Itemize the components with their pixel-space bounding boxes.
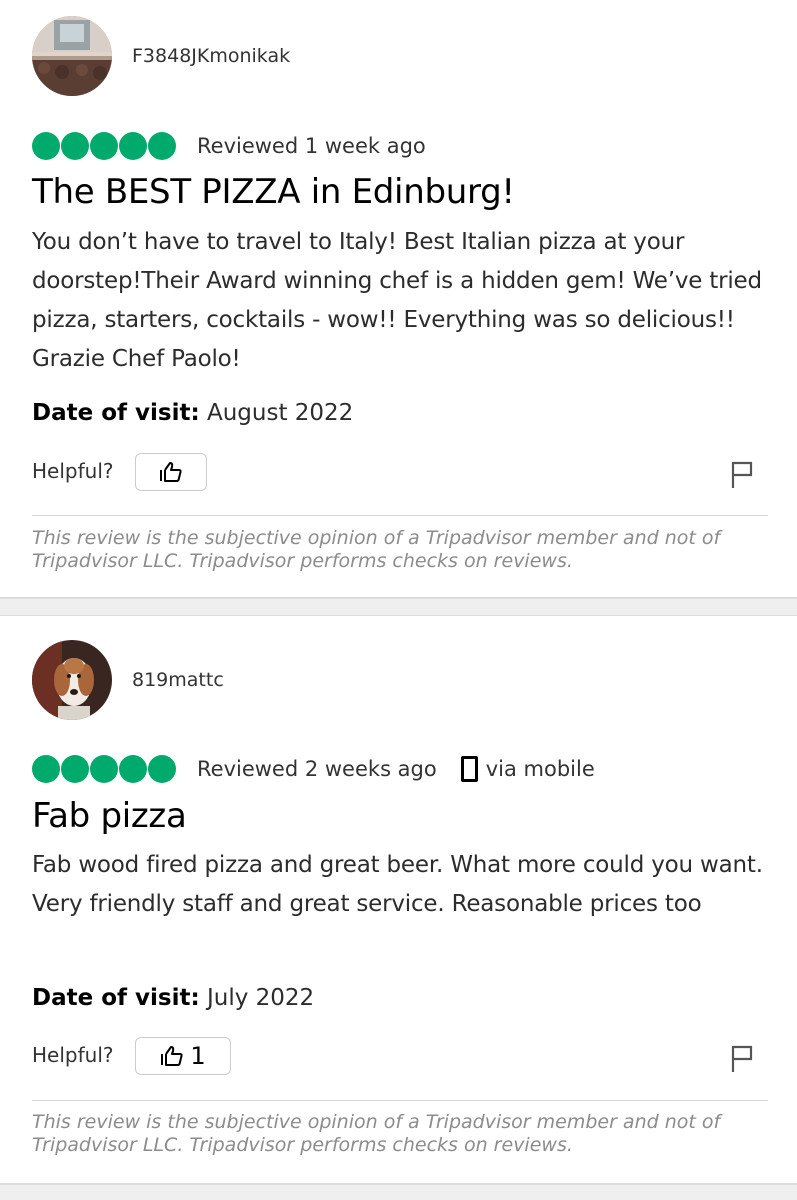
rating-bubble-icon [90,132,118,160]
rating-bubble-icon [61,755,89,783]
review-disclaimer: This review is the subjective opinion of… [32,1111,721,1156]
mobile-phone-icon [460,756,478,782]
review-disclaimer: This review is the subjective opinion of… [32,527,721,572]
username-link[interactable]: 819mattc [132,669,224,691]
rating-bubble-icon [32,755,60,783]
rating-bubble-icon [90,755,118,783]
visit-date: July 2022 [206,985,315,1011]
helpful-label: Helpful? [32,1043,114,1067]
helpful-button[interactable] [135,453,207,491]
review-card: 819mattc Reviewed 2 weeks ago via mobile… [0,616,797,1184]
date-of-visit: Date of visit: July 2022 [32,985,314,1011]
visit-date: August 2022 [206,400,354,426]
user-avatar[interactable] [32,16,112,96]
rating-bubble-icon [148,132,176,160]
review-text: Fab wood fired pizza and great beer. Wha… [32,852,763,917]
helpful-count: 1 [190,1042,206,1070]
thumbs-up-icon [160,462,182,482]
review-title[interactable]: Fab pizza [32,796,187,836]
rating-bubble-icon [119,755,147,783]
helpful-label: Helpful? [32,459,114,483]
visit-label: Date of visit: [32,400,200,426]
rating-row: Reviewed 1 week ago [32,131,426,161]
rating-row: Reviewed 2 weeks ago via mobile [32,754,595,784]
divider [32,515,768,516]
review-separator [0,597,797,617]
review-card: F3848JKmonikak Reviewed 1 week ago The B… [0,0,797,598]
report-flag-icon[interactable] [729,460,755,490]
username-link[interactable]: F3848JKmonikak [132,45,290,67]
rating-bubble-icon [61,132,89,160]
review-title[interactable]: The BEST PIZZA in Edinburg! [32,172,515,212]
review-separator [0,1183,797,1200]
helpful-button[interactable]: 1 [135,1037,231,1075]
report-flag-icon[interactable] [729,1044,755,1074]
via-mobile: via mobile [460,756,595,782]
rating-bubble-icon [32,132,60,160]
via-mobile-label: via mobile [485,757,595,781]
rating-bubble-icon [119,132,147,160]
review-date: Reviewed 1 week ago [197,134,426,158]
date-of-visit: Date of visit: August 2022 [32,400,353,426]
divider [32,1100,768,1101]
review-date: Reviewed 2 weeks ago [197,757,437,781]
review-text: You don’t have to travel to Italy! Best … [32,229,762,372]
user-avatar[interactable] [32,640,112,720]
thumbs-up-icon [161,1046,183,1066]
rating-bubble-icon [148,755,176,783]
visit-label: Date of visit: [32,985,200,1011]
